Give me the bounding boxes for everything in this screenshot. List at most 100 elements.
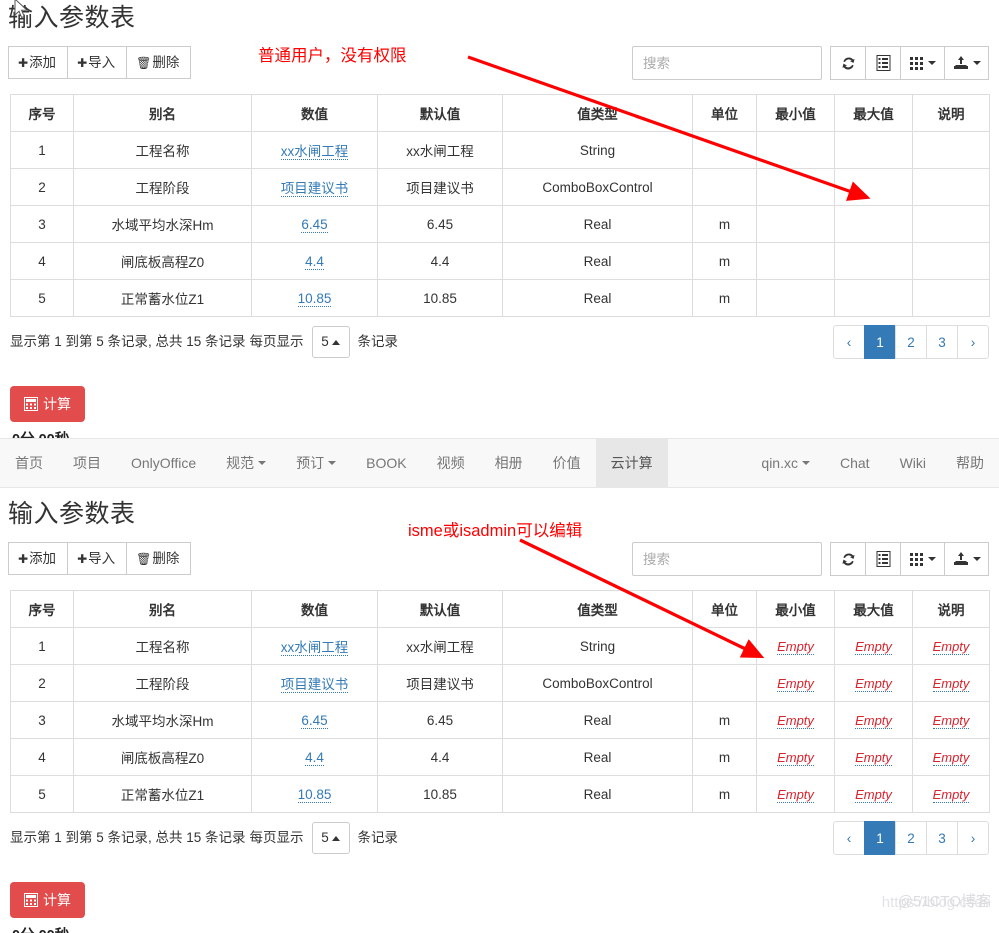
editable-value[interactable]: 10.85 (297, 290, 332, 307)
editable-value[interactable]: 6.45 (301, 712, 328, 729)
table-row[interactable]: 5 正常蓄水位Z1 10.85 10.85 Real m (10, 279, 990, 317)
pagination-page-1[interactable]: 1 (864, 821, 896, 855)
empty-value[interactable]: Empty (777, 786, 814, 803)
editable-value[interactable]: 项目建议书 (280, 181, 349, 197)
refresh-icon[interactable] (830, 542, 866, 576)
calculate-button[interactable]: 计算 (10, 386, 85, 422)
column-header-no[interactable]: 序号 (10, 590, 74, 628)
nav-item-[interactable]: 云计算 (595, 439, 668, 487)
editable-value[interactable]: 4.4 (305, 749, 324, 766)
table-row[interactable]: 4 闸底板高程Z0 4.4 4.4 Real m (10, 242, 990, 280)
toggle-view-icon[interactable] (865, 542, 901, 576)
cell-value[interactable]: xx水闸工程 (251, 131, 378, 169)
column-header-desc[interactable]: 说明 (912, 590, 990, 628)
empty-value[interactable]: Empty (932, 675, 970, 692)
table-row[interactable]: 4 闸底板高程Z0 4.4 4.4 Real m Empty Empty Empty (10, 738, 990, 776)
import-button[interactable]: ✚ 导入 (67, 46, 128, 79)
pagination-page-3[interactable]: 3 (926, 821, 958, 855)
empty-value[interactable]: Empty (855, 675, 892, 692)
cell-desc[interactable]: Empty (912, 738, 990, 776)
empty-value[interactable]: Empty (855, 786, 892, 803)
editable-value[interactable]: 6.45 (301, 216, 328, 233)
search-input[interactable] (632, 542, 822, 576)
page-size-select[interactable]: 5 (311, 326, 350, 358)
nav-item-book[interactable]: BOOK (351, 439, 421, 487)
pagination-page-1[interactable]: 1 (864, 325, 896, 359)
pagination-page-2[interactable]: 2 (895, 325, 927, 359)
cell-value[interactable]: 4.4 (251, 242, 378, 280)
columns-grid-icon[interactable] (900, 46, 945, 80)
column-header-unit[interactable]: 单位 (692, 590, 757, 628)
column-header-type[interactable]: 值类型 (502, 590, 693, 628)
table-row[interactable]: 3 水域平均水深Hm 6.45 6.45 Real m Empty Empty Empty (10, 701, 990, 739)
nav-item-wiki[interactable]: Wiki (885, 439, 941, 487)
column-header-alias[interactable]: 别名 (73, 590, 252, 628)
column-header-value[interactable]: 数值 (251, 590, 378, 628)
cell-value[interactable]: 4.4 (251, 738, 378, 776)
column-header-min[interactable]: 最小值 (756, 590, 835, 628)
pagination-prev[interactable]: ‹ (833, 821, 865, 855)
empty-value[interactable]: Empty (777, 675, 814, 692)
pagination-page-3[interactable]: 3 (926, 325, 958, 359)
cell-value[interactable]: 6.45 (251, 205, 378, 243)
cell-value[interactable]: 10.85 (251, 279, 378, 317)
cell-desc[interactable]: Empty (912, 627, 990, 665)
empty-value[interactable]: Empty (855, 638, 892, 655)
cell-min[interactable]: Empty (756, 701, 835, 739)
cell-value[interactable]: 项目建议书 (251, 664, 378, 702)
empty-value[interactable]: Empty (777, 749, 814, 766)
column-header-min[interactable]: 最小值 (756, 94, 835, 132)
editable-value[interactable]: 10.85 (297, 786, 332, 803)
column-header-max[interactable]: 最大值 (834, 590, 913, 628)
cell-desc[interactable]: Empty (912, 664, 990, 702)
columns-grid-icon[interactable] (900, 542, 945, 576)
refresh-icon[interactable] (830, 46, 866, 80)
import-button[interactable]: ✚ 导入 (67, 542, 128, 575)
nav-item-[interactable]: 视频 (422, 439, 480, 487)
nav-item-[interactable]: 价值 (538, 439, 596, 487)
column-header-default[interactable]: 默认值 (377, 94, 503, 132)
table-row[interactable]: 1 工程名称 xx水闸工程 xx水闸工程 String Empty Empty Empty (10, 627, 990, 665)
cell-min[interactable]: Empty (756, 738, 835, 776)
cell-min[interactable]: Empty (756, 664, 835, 702)
nav-item-[interactable]: 帮助 (941, 439, 999, 487)
column-header-alias[interactable]: 别名 (73, 94, 252, 132)
export-icon[interactable] (944, 542, 989, 576)
cell-min[interactable]: Empty (756, 775, 835, 813)
pagination-page-2[interactable]: 2 (895, 821, 927, 855)
nav-item-chat[interactable]: Chat (825, 439, 885, 487)
nav-item-qin-xc[interactable]: qin.xc (746, 439, 825, 487)
column-header-type[interactable]: 值类型 (502, 94, 693, 132)
empty-value[interactable]: Empty (777, 638, 814, 655)
cell-max[interactable]: Empty (834, 701, 913, 739)
empty-value[interactable]: Empty (932, 712, 970, 729)
calculate-button[interactable]: 计算 (10, 882, 85, 918)
empty-value[interactable]: Empty (932, 749, 970, 766)
column-header-unit[interactable]: 单位 (692, 94, 757, 132)
add-button[interactable]: ✚ 添加 (8, 542, 69, 575)
empty-value[interactable]: Empty (855, 749, 892, 766)
column-header-no[interactable]: 序号 (10, 94, 74, 132)
delete-button[interactable]: 🗑 删除 (126, 46, 192, 79)
pagination-next[interactable]: › (957, 821, 989, 855)
column-header-max[interactable]: 最大值 (834, 94, 913, 132)
column-header-desc[interactable]: 说明 (912, 94, 990, 132)
export-icon[interactable] (944, 46, 989, 80)
table-row[interactable]: 5 正常蓄水位Z1 10.85 10.85 Real m Empty Empty Empty (10, 775, 990, 813)
empty-value[interactable]: Empty (932, 638, 970, 655)
editable-value[interactable]: xx水闸工程 (280, 640, 349, 656)
column-header-default[interactable]: 默认值 (377, 590, 503, 628)
nav-item-[interactable]: 项目 (58, 439, 116, 487)
editable-value[interactable]: xx水闸工程 (280, 144, 349, 160)
nav-item-onlyoffice[interactable]: OnlyOffice (116, 439, 211, 487)
table-row[interactable]: 2 工程阶段 项目建议书 项目建议书 ComboBoxControl (10, 168, 990, 206)
editable-value[interactable]: 项目建议书 (280, 677, 349, 693)
table-row[interactable]: 2 工程阶段 项目建议书 项目建议书 ComboBoxControl Empty Empty… (10, 664, 990, 702)
empty-value[interactable]: Empty (777, 712, 814, 729)
cell-max[interactable]: Empty (834, 627, 913, 665)
table-row[interactable]: 3 水域平均水深Hm 6.45 6.45 Real m (10, 205, 990, 243)
add-button[interactable]: ✚ 添加 (8, 46, 69, 79)
nav-item-[interactable]: 首页 (0, 439, 58, 487)
nav-item-[interactable]: 相册 (480, 439, 538, 487)
search-input[interactable] (632, 46, 822, 80)
